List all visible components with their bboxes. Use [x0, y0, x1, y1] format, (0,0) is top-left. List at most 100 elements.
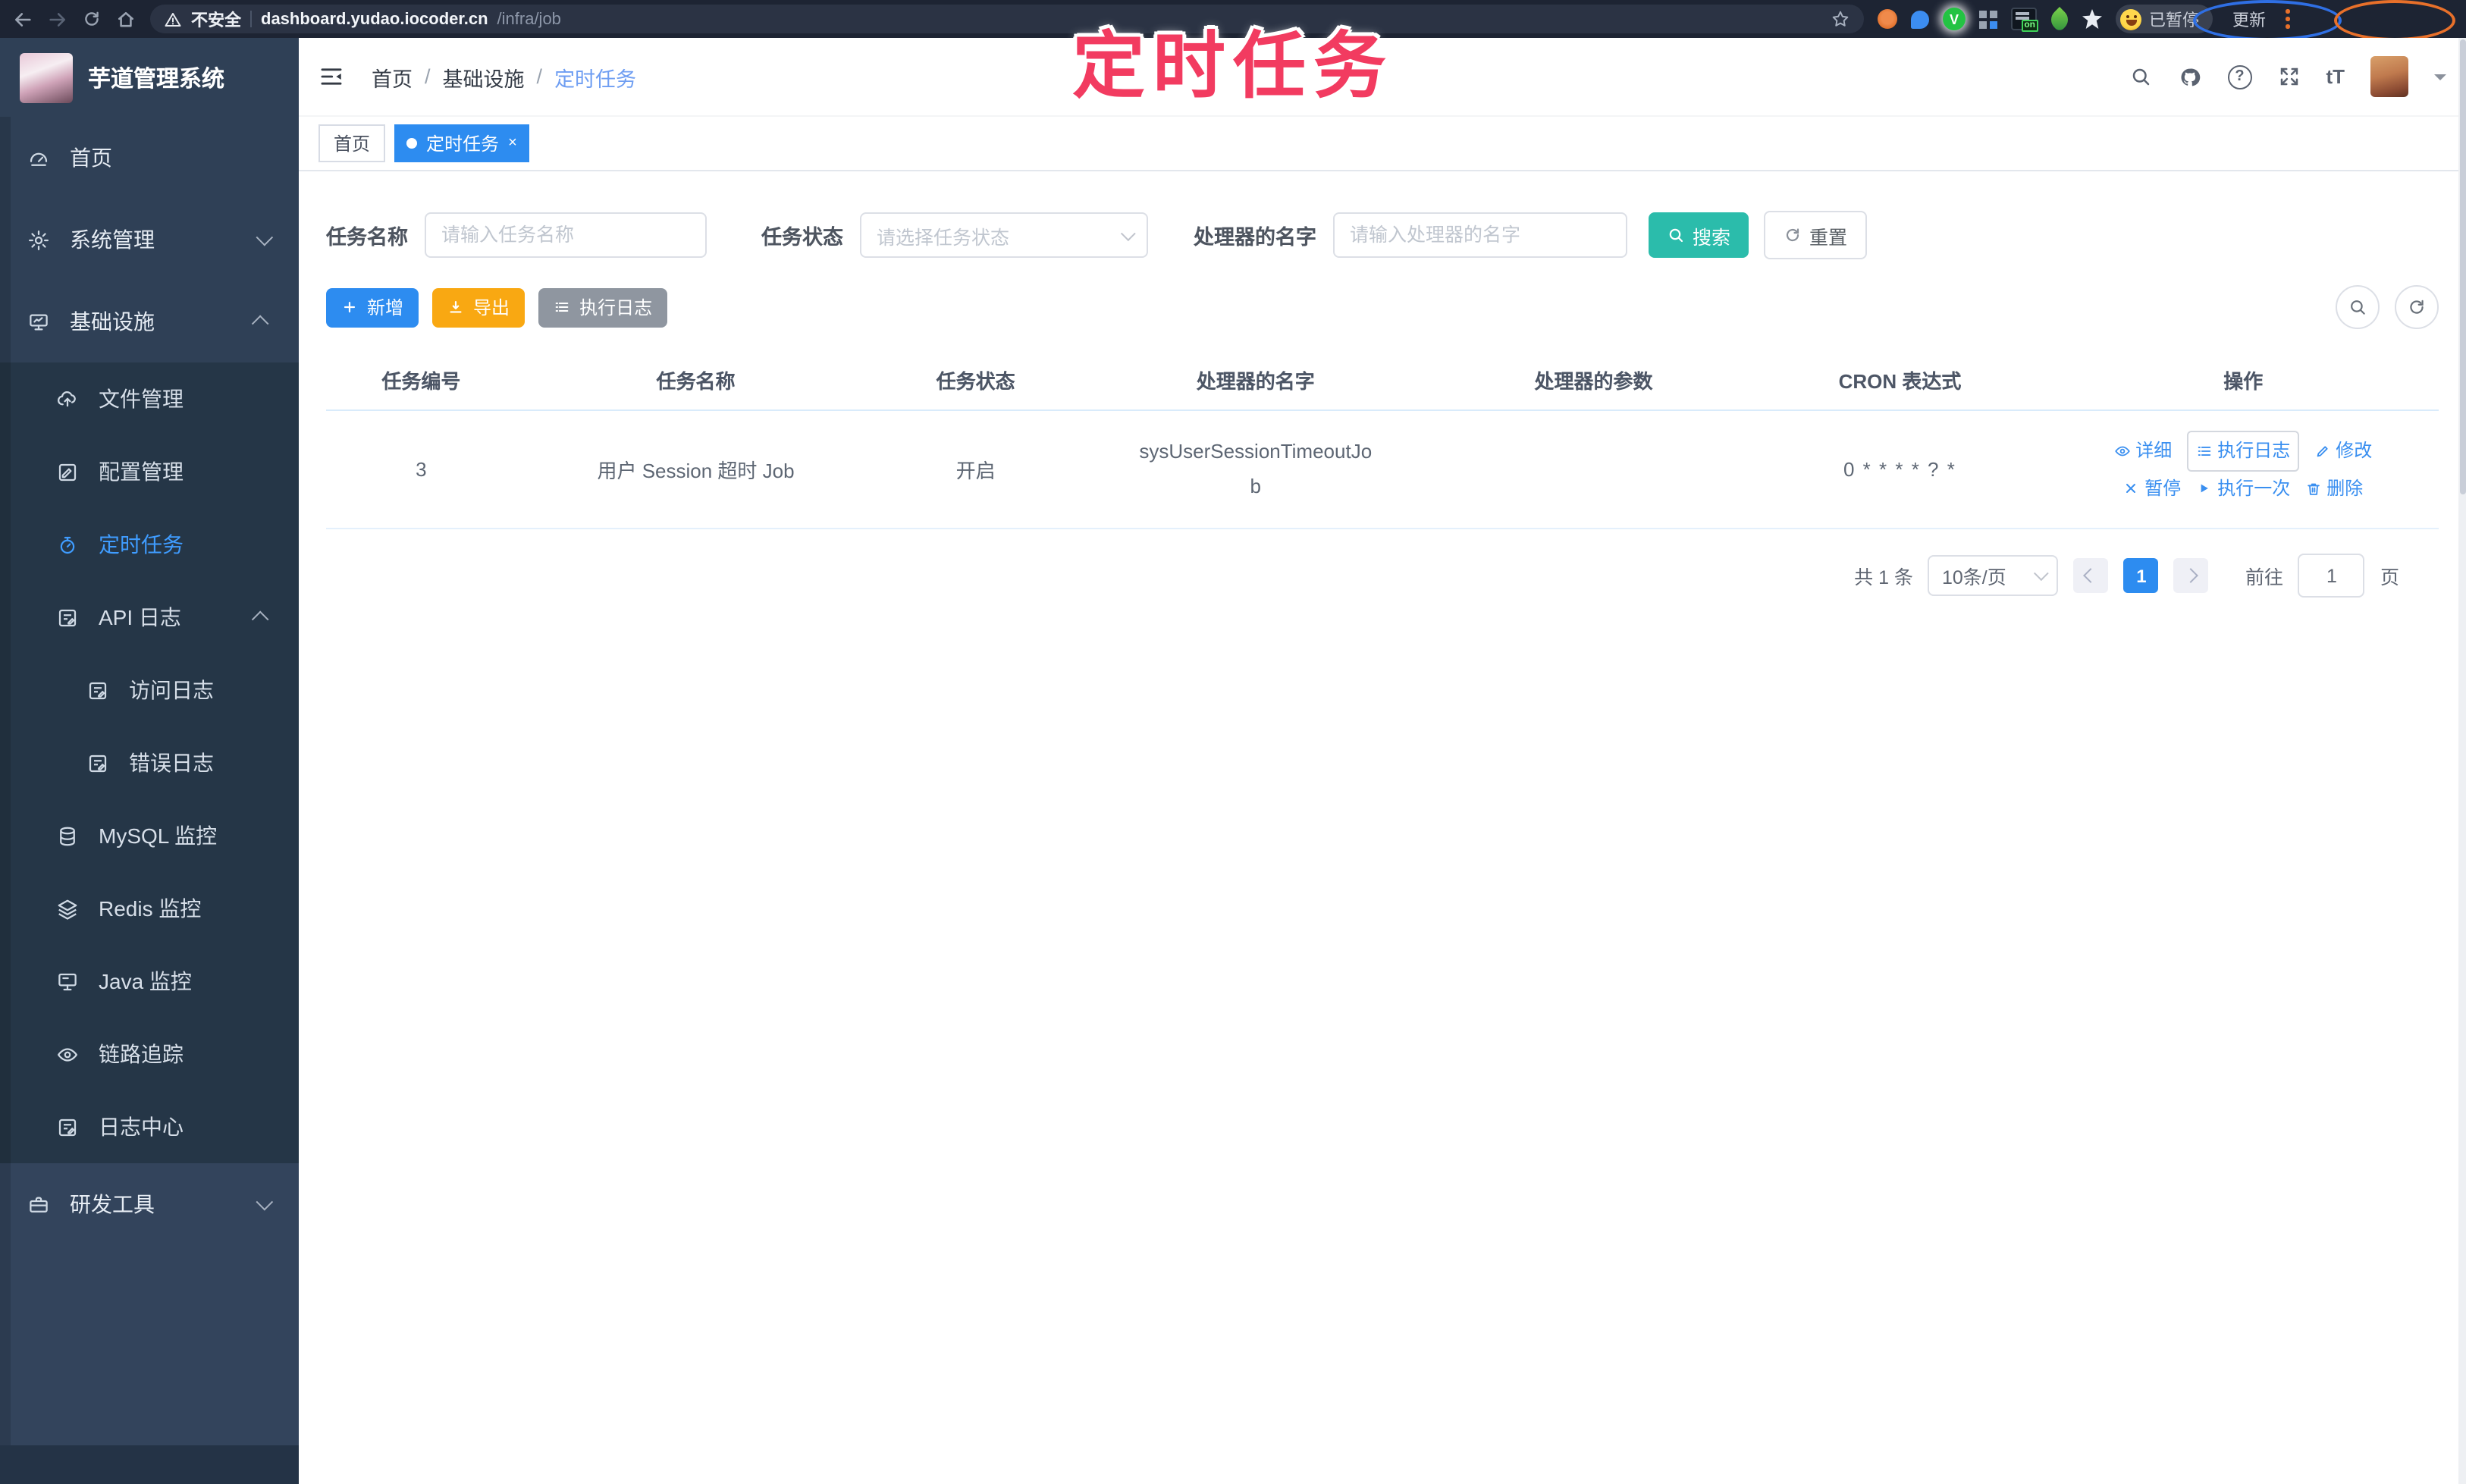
breadcrumb-infra[interactable]: 基础设施: [443, 61, 525, 92]
filter-form: 任务名称 任务状态 请选择任务状态 处理器的名字: [326, 211, 2439, 259]
search-icon: [1667, 226, 1685, 244]
fullscreen-icon[interactable]: [2277, 65, 2300, 88]
sidebar-devtools-zone: 研发工具: [0, 1163, 299, 1445]
tab-home[interactable]: 首页: [318, 124, 386, 162]
home-icon[interactable]: [115, 8, 136, 30]
access-log-icon: [86, 679, 109, 701]
action-pause[interactable]: 暂停: [2123, 472, 2181, 507]
font-size-icon[interactable]: tT: [2326, 65, 2345, 88]
pagination-total: 共 1 条: [1854, 567, 1913, 588]
tab-scheduled-jobs[interactable]: 定时任务 ×: [394, 124, 529, 162]
breadcrumb-home[interactable]: 首页: [372, 61, 413, 92]
sidebar-item-java-monitor[interactable]: Java 监控: [0, 945, 299, 1018]
sidebar-item-config-manage[interactable]: 配置管理: [0, 435, 299, 508]
job-status-select[interactable]: 请选择任务状态: [860, 212, 1148, 258]
forward-icon[interactable]: [47, 8, 68, 30]
browser-toolbar: 不安全 dashboard.yudao.iocoder.cn/infra/job…: [0, 0, 2466, 41]
profile-chip[interactable]: 已暂停: [2116, 5, 2213, 33]
sidebar-item-tracing[interactable]: 链路追踪: [0, 1018, 299, 1090]
browser-menu-kebab-icon[interactable]: [2279, 7, 2295, 31]
sidebar-item-infra[interactable]: 基础设施: [0, 281, 299, 362]
cell-cron: 0 * * * * ? *: [1752, 410, 2048, 529]
job-name-input[interactable]: [425, 212, 707, 258]
breadcrumb-separator: /: [425, 65, 431, 88]
search-icon[interactable]: [2129, 65, 2151, 88]
sidebar-scrollbar[interactable]: [0, 117, 11, 1445]
sidebar-item-api-log[interactable]: API 日志: [0, 581, 299, 654]
select-chevron-down-icon: [1120, 225, 1136, 241]
security-label[interactable]: 不安全: [191, 7, 241, 31]
sidebar: 芋道管理系统 首页 系统管理 基础设施 文件管理 配置管理 定时任务 API 日…: [0, 38, 299, 1484]
browser-window: 不安全 dashboard.yudao.iocoder.cn/infra/job…: [0, 0, 2466, 1484]
help-icon[interactable]: ?: [2227, 64, 2252, 89]
action-edit[interactable]: 修改: [2314, 434, 2372, 469]
sidebar-logo-row: 芋道管理系统: [0, 38, 299, 117]
sidebar-submenu-infra: 文件管理 配置管理 定时任务 API 日志 访问日志 错误日志 MySQL 监控…: [0, 362, 299, 1163]
layers-icon: [56, 897, 79, 920]
search-button[interactable]: 搜索: [1649, 212, 1749, 258]
reset-button[interactable]: 重置: [1764, 211, 1868, 259]
sidebar-item-error-log[interactable]: 错误日志: [0, 726, 299, 799]
goto-page-input[interactable]: [2298, 554, 2365, 598]
action-exec-log[interactable]: 执行日志: [2187, 431, 2300, 472]
action-delete[interactable]: 删除: [2305, 472, 2363, 507]
sidebar-item-mysql-monitor[interactable]: MySQL 监控: [0, 799, 299, 872]
update-button[interactable]: 更新: [2232, 7, 2266, 31]
prev-page-button[interactable]: [2073, 558, 2109, 593]
user-avatar[interactable]: [2370, 56, 2408, 97]
back-icon[interactable]: [12, 8, 33, 30]
menu-fold-icon[interactable]: [318, 64, 344, 89]
sidebar-item-scheduled-jobs[interactable]: 定时任务: [0, 508, 299, 581]
profile-paused-label: 已暂停: [2149, 11, 2199, 30]
refresh-table-button[interactable]: [2395, 285, 2439, 329]
col-job-status: 任务状态: [875, 350, 1076, 411]
toggle-search-button[interactable]: [2336, 285, 2380, 329]
sidebar-item-log-center[interactable]: 日志中心: [0, 1090, 299, 1163]
bookmark-star-icon[interactable]: [1831, 9, 1850, 29]
page-size-select[interactable]: 10条/页: [1928, 555, 2059, 596]
github-icon[interactable]: [2177, 64, 2201, 89]
sidebar-item-devtools[interactable]: 研发工具: [0, 1163, 299, 1245]
chevron-up-icon: [251, 610, 269, 629]
app-header: 首页 / 基础设施 / 定时任务 ? tT: [299, 38, 2466, 115]
app-logo: [20, 52, 73, 102]
extension-leaf-icon[interactable]: [2047, 6, 2072, 32]
database-icon: [56, 824, 79, 847]
sidebar-item-home[interactable]: 首页: [0, 117, 299, 199]
api-log-icon: [56, 606, 79, 629]
sidebar-item-system[interactable]: 系统管理: [0, 199, 299, 281]
address-bar[interactable]: 不安全 dashboard.yudao.iocoder.cn/infra/job: [150, 5, 1864, 33]
tab-close-icon[interactable]: ×: [508, 135, 517, 151]
reload-icon[interactable]: [82, 9, 102, 29]
exec-log-button[interactable]: 执行日志: [538, 287, 668, 327]
list-icon: [2196, 443, 2213, 460]
gear-icon: [27, 228, 50, 251]
sidebar-item-redis-monitor[interactable]: Redis 监控: [0, 872, 299, 945]
col-handler-name: 处理器的名字: [1075, 350, 1435, 411]
url-host: dashboard.yudao.iocoder.cn: [261, 10, 488, 28]
add-button[interactable]: 新增: [326, 287, 419, 327]
next-page-button[interactable]: [2173, 558, 2209, 593]
toolbox-icon: [27, 1193, 50, 1216]
extensions-puzzle-icon[interactable]: [2082, 9, 2102, 29]
annotation-ellipse-blue: [2193, 0, 2342, 41]
user-caret-down-icon[interactable]: [2434, 74, 2446, 80]
dashboard-icon: [27, 146, 50, 169]
extension-blue-icon[interactable]: [1911, 10, 1929, 28]
extension-green-v-icon[interactable]: V: [1943, 8, 1966, 30]
page-scrollbar[interactable]: [2458, 38, 2466, 1484]
page-number-current[interactable]: 1: [2123, 558, 2159, 593]
cell-job-id: 3: [326, 410, 516, 529]
sidebar-item-file-manage[interactable]: 文件管理: [0, 362, 299, 435]
extension-grid-icon[interactable]: [1979, 10, 1997, 28]
export-button[interactable]: 导出: [432, 287, 526, 327]
sidebar-item-access-log[interactable]: 访问日志: [0, 654, 299, 726]
action-run-once[interactable]: 执行一次: [2196, 472, 2290, 507]
extension-orange-icon[interactable]: [1878, 9, 1897, 29]
breadcrumb-current: 定时任务: [554, 67, 637, 90]
job-name-label: 任务名称: [326, 226, 408, 249]
extension-tampermonkey-icon[interactable]: on: [2011, 8, 2038, 32]
profile-avatar-emoji: [2120, 8, 2141, 30]
handler-name-input[interactable]: [1333, 212, 1627, 258]
action-detail[interactable]: 详细: [2114, 434, 2172, 469]
